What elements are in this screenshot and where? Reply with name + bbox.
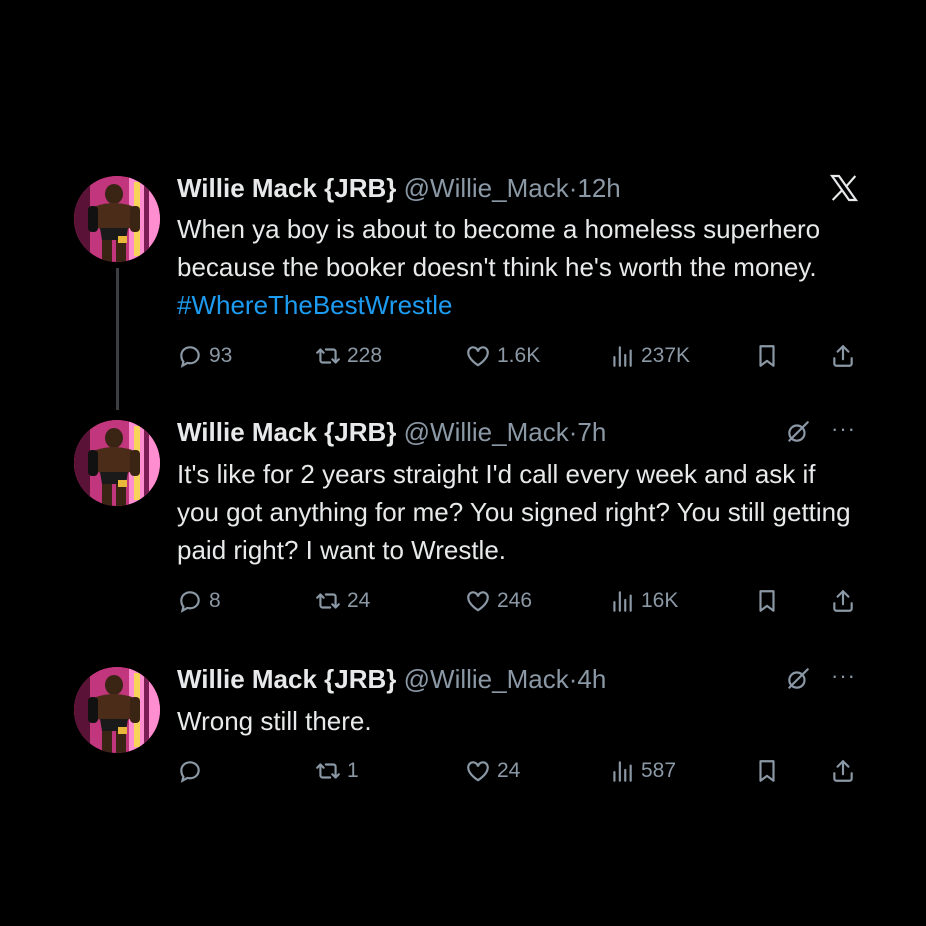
tweet-text: Wrong still there.: [177, 706, 372, 736]
share-icon: [830, 588, 856, 614]
reply-count: 93: [209, 344, 233, 367]
thread-connector-line: [116, 268, 119, 410]
share-button[interactable]: [830, 585, 862, 617]
avatar[interactable]: [74, 420, 160, 506]
repost-icon: [315, 758, 341, 784]
tweet-text: When ya boy is about to become a homeles…: [177, 210, 857, 324]
view-count: 16K: [641, 589, 679, 612]
reply-button[interactable]: 93: [177, 340, 232, 372]
tweet-header: Willie Mack {JRB} @Willie_Mack·4h: [177, 663, 606, 695]
like-button[interactable]: 246: [465, 585, 532, 617]
heart-icon: [465, 343, 491, 369]
views-button[interactable]: 16K: [609, 585, 678, 617]
view-count: 587: [641, 759, 677, 782]
reply-icon: [177, 588, 203, 614]
share-icon: [830, 758, 856, 784]
repost-count: 228: [347, 344, 383, 367]
share-icon: [830, 343, 856, 369]
display-name[interactable]: Willie Mack {JRB}: [177, 664, 396, 694]
bookmark-button[interactable]: [754, 340, 786, 372]
x-logo-icon[interactable]: [828, 172, 860, 204]
bookmark-icon: [754, 758, 780, 784]
repost-icon: [315, 588, 341, 614]
tweet-header: Willie Mack {JRB} @Willie_Mack·7h: [177, 416, 606, 448]
repost-button[interactable]: 1: [315, 755, 359, 787]
repost-button[interactable]: 228: [315, 340, 382, 372]
bookmark-button[interactable]: [754, 755, 786, 787]
hashtag-link[interactable]: #WhereTheBestWrestle: [177, 290, 453, 320]
like-button[interactable]: 24: [465, 755, 520, 787]
like-count: 1.6K: [497, 344, 541, 367]
tweet-header: Willie Mack {JRB} @Willie_Mack·12h: [177, 172, 621, 204]
repost-count: 24: [347, 589, 371, 612]
repost-button[interactable]: 24: [315, 585, 370, 617]
view-count: 237K: [641, 344, 691, 367]
action-bar: 8 24 246 16K: [177, 585, 867, 617]
reply-button[interactable]: 8: [177, 585, 221, 617]
reply-icon: [177, 758, 203, 784]
action-bar: 93 228 1.6K 237K: [177, 340, 867, 372]
more-icon[interactable]: ···: [831, 418, 861, 446]
like-count: 24: [497, 759, 521, 782]
views-icon: [609, 343, 635, 369]
handle[interactable]: @Willie_Mack: [404, 417, 569, 447]
heart-icon: [465, 758, 491, 784]
timestamp[interactable]: 7h: [577, 417, 606, 447]
views-icon: [609, 588, 635, 614]
views-button[interactable]: 237K: [609, 340, 690, 372]
views-icon: [609, 758, 635, 784]
more-icon[interactable]: ···: [831, 665, 861, 693]
display-name[interactable]: Willie Mack {JRB}: [177, 173, 396, 203]
reply-icon: [177, 343, 203, 369]
reply-count: 8: [209, 589, 221, 612]
heart-icon: [465, 588, 491, 614]
avatar[interactable]: [74, 176, 160, 262]
bookmark-button[interactable]: [754, 585, 786, 617]
timestamp[interactable]: 12h: [577, 173, 620, 203]
tweet-body: When ya boy is about to become a homeles…: [177, 214, 821, 282]
tweet-text: It's like for 2 years straight I'd call …: [177, 459, 851, 565]
timestamp[interactable]: 4h: [577, 664, 606, 694]
reply-button[interactable]: [177, 755, 209, 787]
display-name[interactable]: Willie Mack {JRB}: [177, 417, 396, 447]
share-button[interactable]: [830, 755, 862, 787]
handle[interactable]: @Willie_Mack: [404, 173, 569, 203]
repost-count: 1: [347, 759, 359, 782]
like-button[interactable]: 1.6K: [465, 340, 540, 372]
share-button[interactable]: [830, 340, 862, 372]
repost-icon: [315, 343, 341, 369]
avatar[interactable]: [74, 667, 160, 753]
like-count: 246: [497, 589, 533, 612]
action-bar: 1 24 587: [177, 755, 867, 787]
bookmark-icon: [754, 343, 780, 369]
bookmark-icon: [754, 588, 780, 614]
views-button[interactable]: 587: [609, 755, 676, 787]
handle[interactable]: @Willie_Mack: [404, 664, 569, 694]
grok-icon[interactable]: [785, 419, 811, 445]
grok-icon[interactable]: [785, 666, 811, 692]
